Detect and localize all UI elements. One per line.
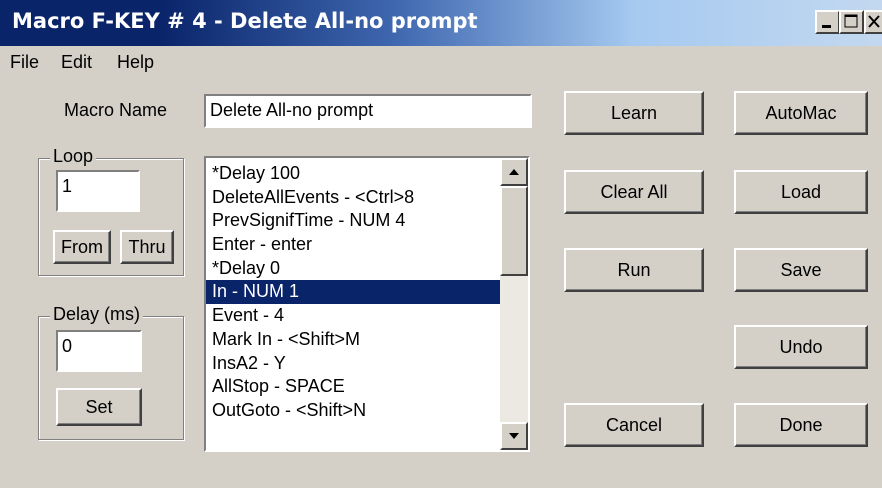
loop-group-title: Loop: [50, 146, 97, 167]
list-item[interactable]: Enter - enter: [206, 233, 502, 257]
automac-button[interactable]: AutoMac: [734, 91, 868, 135]
undo-button[interactable]: Undo: [734, 325, 868, 369]
list-item[interactable]: PrevSignifTime - NUM 4: [206, 209, 502, 233]
list-item[interactable]: OutGoto - <Shift>N: [206, 399, 502, 423]
scroll-down-button[interactable]: [500, 422, 528, 450]
menu-edit[interactable]: Edit: [61, 52, 92, 73]
list-item[interactable]: DeleteAllEvents - <Ctrl>8: [206, 186, 502, 210]
close-button[interactable]: [864, 10, 882, 34]
loop-count-input[interactable]: 1: [56, 170, 140, 212]
list-item[interactable]: InsA2 - Y: [206, 352, 502, 376]
maximize-icon: [844, 14, 858, 28]
cancel-button[interactable]: Cancel: [564, 403, 704, 447]
load-button[interactable]: Load: [734, 170, 868, 214]
list-item[interactable]: In - NUM 1: [206, 280, 502, 305]
macro-event-list[interactable]: *Delay 100 DeleteAllEvents - <Ctrl>8 PrevS…: [204, 156, 530, 452]
set-button[interactable]: Set: [56, 388, 142, 426]
macro-name-label: Macro Name: [64, 100, 168, 120]
delay-group-title: Delay (ms): [50, 304, 144, 325]
save-button[interactable]: Save: [734, 248, 868, 292]
macro-name-input[interactable]: Delete All-no prompt: [204, 94, 532, 128]
list-item[interactable]: AllStop - SPACE: [206, 375, 502, 399]
arrow-up-icon: [509, 169, 519, 175]
minimize-icon: [822, 25, 831, 28]
menu-help[interactable]: Help: [117, 52, 154, 73]
window-title: Macro F-KEY # 4 - Delete All-no prompt: [12, 9, 478, 33]
delay-input[interactable]: 0: [56, 330, 142, 372]
scroll-up-button[interactable]: [500, 158, 528, 186]
from-button[interactable]: From: [53, 230, 111, 264]
learn-button[interactable]: Learn: [564, 91, 704, 135]
minimize-button[interactable]: [815, 10, 840, 34]
list-item[interactable]: *Delay 100: [206, 162, 502, 186]
thru-button[interactable]: Thru: [120, 230, 174, 264]
list-scrollbar[interactable]: [500, 158, 528, 450]
run-button[interactable]: Run: [564, 248, 704, 292]
event-list-items: *Delay 100 DeleteAllEvents - <Ctrl>8 PrevS…: [206, 162, 502, 423]
clear-all-button[interactable]: Clear All: [564, 170, 704, 214]
scroll-thumb[interactable]: [500, 186, 528, 276]
menu-file[interactable]: File: [10, 52, 39, 73]
arrow-down-icon: [509, 433, 519, 439]
title-bar[interactable]: Macro F-KEY # 4 - Delete All-no prompt: [0, 0, 882, 46]
list-item[interactable]: Mark In - <Shift>M: [206, 328, 502, 352]
close-icon: [868, 15, 880, 28]
list-item[interactable]: *Delay 0: [206, 257, 502, 281]
done-button[interactable]: Done: [734, 403, 868, 447]
list-item[interactable]: Event - 4: [206, 304, 502, 328]
maximize-button[interactable]: [839, 10, 864, 34]
